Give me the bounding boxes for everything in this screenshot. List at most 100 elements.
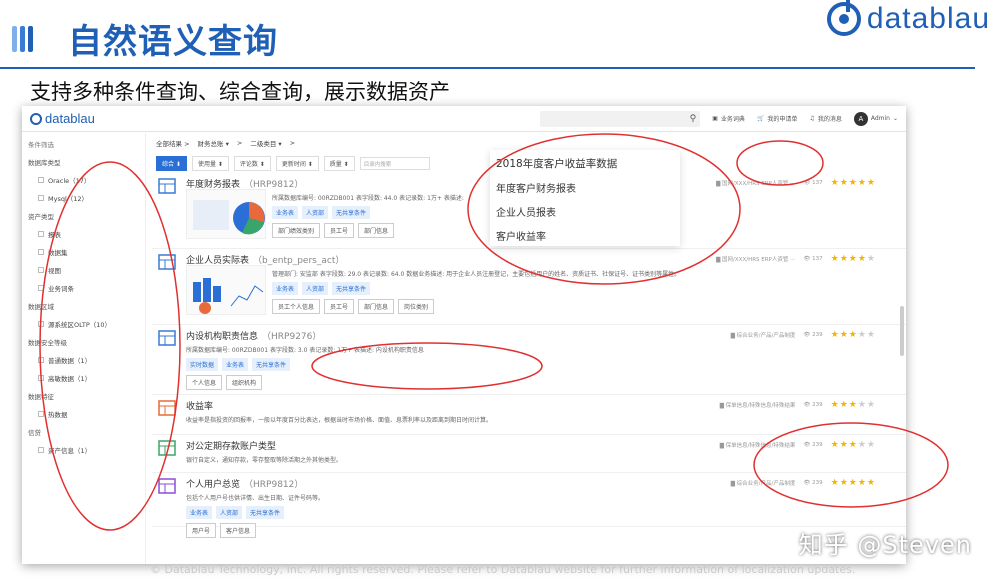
field-button[interactable]: 员工号 (324, 223, 355, 238)
sidebar-filter-option[interactable]: 视图 (38, 265, 139, 275)
sort-chip[interactable]: 评论数 ⬍ (233, 155, 271, 171)
sort-chip[interactable]: 更新时间 ⬍ (275, 155, 319, 171)
popup-item[interactable]: 年度客户财务报表 (496, 180, 674, 195)
breadcrumb-item[interactable]: > (290, 139, 295, 147)
result-name[interactable]: 收益率 (186, 402, 213, 412)
popup-title: 2018年度客户收益率数据 (496, 158, 618, 170)
checkbox[interactable] (38, 195, 44, 201)
field-button[interactable]: 员工号 (324, 299, 355, 314)
sidebar-filter-option[interactable]: 普通数据（1） (38, 355, 139, 365)
tag-badge[interactable]: 业务表 (222, 358, 249, 371)
field-button[interactable]: 部门绩效类别 (272, 223, 321, 238)
result-code: （HRP9276） (262, 332, 322, 342)
tag-badge[interactable]: 无共享条件 (252, 358, 291, 371)
sidebar-group-label: 数据特征 (28, 393, 54, 401)
result-path[interactable]: ▇ 综合业务/产品/产品制度 (731, 331, 796, 339)
tag-badge[interactable]: 人资部 (302, 206, 329, 219)
field-button[interactable]: 组织机构 (226, 375, 263, 390)
sidebar-filter-option[interactable]: 数据集 (38, 247, 139, 257)
breadcrumb-item[interactable]: 二级类目 ▾ (250, 138, 281, 148)
field-button[interactable]: 部门信息 (358, 299, 395, 314)
rating-stars: ★★★★★ (831, 440, 876, 450)
bell-icon: ♫ (809, 115, 815, 122)
sort-chip[interactable]: 使用量 ⬍ (191, 155, 229, 171)
tag-badge[interactable]: 业务表 (272, 206, 299, 219)
search-icon[interactable]: ⚲ (690, 114, 697, 124)
tag-badge[interactable]: 无共享条件 (332, 282, 371, 295)
star-filled-icon: ★ (830, 254, 840, 264)
view-count: 👁 239 (803, 332, 823, 338)
app-logo[interactable]: datablau (30, 111, 95, 126)
field-button[interactable]: 用户号 (186, 523, 217, 538)
checkbox[interactable] (38, 321, 44, 327)
field-button[interactable]: 岗位类别 (398, 299, 435, 314)
tag-badge[interactable]: 人资部 (302, 282, 329, 295)
result-path[interactable]: ▇ 保单信息/特殊信息/特殊结果 (720, 401, 796, 409)
tag-badge[interactable]: 实时数据 (186, 358, 219, 371)
checkbox[interactable] (38, 447, 44, 453)
chevron-down-icon: ⌄ (892, 115, 898, 122)
checkbox[interactable] (38, 285, 44, 291)
sidebar-filter-option[interactable]: Mysql（12） (38, 193, 139, 203)
sidebar-filter-option[interactable]: 热数据 (38, 409, 139, 419)
topbar-dictionary-label: 业务词典 (720, 116, 745, 123)
search-input[interactable]: ⚲ (540, 110, 701, 127)
sort-chip[interactable]: 综合 ⬇ (156, 155, 187, 171)
result-path[interactable]: ▇ 综合业务/产品/产品制度 (731, 479, 796, 487)
sort-chip[interactable]: 质量 ⬍ (323, 155, 355, 171)
tag-badge[interactable]: 业务表 (272, 282, 299, 295)
result-row[interactable]: 内设机构职责信息 （HRP9276） 所属数据库编号: 00RZDB001 表字段数… (152, 325, 906, 395)
topbar-dictionary[interactable]: ▣ 业务词典 (712, 114, 745, 123)
result-meta: ▇ 保单信息/特殊信息/特殊结果 👁 239 ★★★★★ (720, 440, 876, 450)
sidebar-filter-option[interactable]: 业务词条 (38, 283, 139, 293)
result-row[interactable]: 对公定期存款账户类型 银行自定义，通知存款，零存整取等除活期之外其他类型。 ▇ 保单… (152, 435, 906, 473)
checkbox[interactable] (38, 249, 44, 255)
result-path[interactable]: ▇ 国网/XXX/HRS ERP人资管 ··· (716, 179, 795, 187)
avatar: A (853, 111, 868, 126)
popup-item[interactable]: 企业人员报表 (496, 204, 674, 219)
scrollbar[interactable] (900, 306, 904, 356)
field-button[interactable]: 个人信息 (186, 375, 223, 390)
tag-badge[interactable]: 业务表 (186, 506, 213, 519)
sidebar-filter-option[interactable]: 高敏数据（1） (38, 373, 139, 383)
topbar-messages[interactable]: ♫ 我的消息 (809, 114, 841, 123)
breadcrumb-item[interactable]: 财务总账 ▾ (198, 138, 229, 148)
field-button[interactable]: 员工个人信息 (272, 299, 321, 314)
field-button[interactable]: 部门信息 (358, 223, 395, 238)
catalog-search-input[interactable]: 目录内搜索 (359, 156, 430, 170)
checkbox[interactable] (38, 375, 44, 381)
popup-item[interactable]: 客户收益率 (496, 228, 674, 243)
result-name[interactable]: 内设机构职责信息 (186, 332, 258, 342)
user-menu[interactable]: A Admin ⌄ (853, 111, 898, 126)
field-button[interactable]: 客户信息 (220, 523, 257, 538)
tag-badge[interactable]: 人资部 (216, 506, 243, 519)
slide: 自然语义查询 datablau 支持多种条件查询、综合查询，展示数据资产 dat… (0, 0, 998, 584)
result-name[interactable]: 对公定期存款账户类型 (186, 442, 276, 452)
topbar-requests[interactable]: 🛒 我的申请单 (757, 114, 798, 123)
breadcrumb-item[interactable]: 全部结果 > (156, 138, 190, 148)
result-row[interactable]: 企业人员实际表 （b_entp_pers_act） 管理部门: 安监部 表字段数: … (152, 249, 906, 325)
result-field-buttons: 员工个人信息 员工号 部门信息 岗位类别 (272, 299, 906, 314)
result-path[interactable]: ▇ 保单信息/特殊信息/特殊结果 (720, 441, 796, 449)
checkbox[interactable] (38, 357, 44, 363)
result-path[interactable]: ▇ 国网/XXX/HRS ERP人资管 ··· (716, 255, 795, 263)
sidebar-filter-option[interactable]: 报表 (38, 229, 139, 239)
result-name[interactable]: 个人用户总览 (186, 480, 240, 490)
star-filled-icon: ★ (848, 330, 858, 340)
result-row[interactable]: 个人用户总览 （HRP9812） 包括个人用户号也供详情、出生日期、证件号码等。 业务… (152, 473, 906, 538)
filter-sidebar: 条件筛选 数据库类型 Oracle（17） Mysql（12） 资产类型 报表 数据集 视图… (22, 133, 146, 564)
sidebar-filter-option[interactable]: 源系统区OLTP（10） (38, 319, 139, 329)
checkbox[interactable] (38, 411, 44, 417)
sidebar-filter-label: Oracle（17） (48, 177, 91, 185)
result-row[interactable]: 收益率 收益率是指投资的回报率，一般以年度百分比表达，根据当时市场价格、面值、息票… (152, 395, 906, 435)
checkbox[interactable] (38, 267, 44, 273)
sidebar-filter-option[interactable]: Oracle（17） (38, 175, 139, 185)
tag-badge[interactable]: 无共享条件 (246, 506, 285, 519)
star-empty-icon: ★ (866, 440, 876, 450)
checkbox[interactable] (38, 177, 44, 183)
star-filled-icon: ★ (830, 178, 840, 188)
tag-badge[interactable]: 无共享条件 (332, 206, 371, 219)
checkbox[interactable] (38, 231, 44, 237)
sidebar-filter-option[interactable]: 资产信息（1） (38, 445, 139, 455)
breadcrumb-item[interactable]: > (237, 139, 242, 147)
